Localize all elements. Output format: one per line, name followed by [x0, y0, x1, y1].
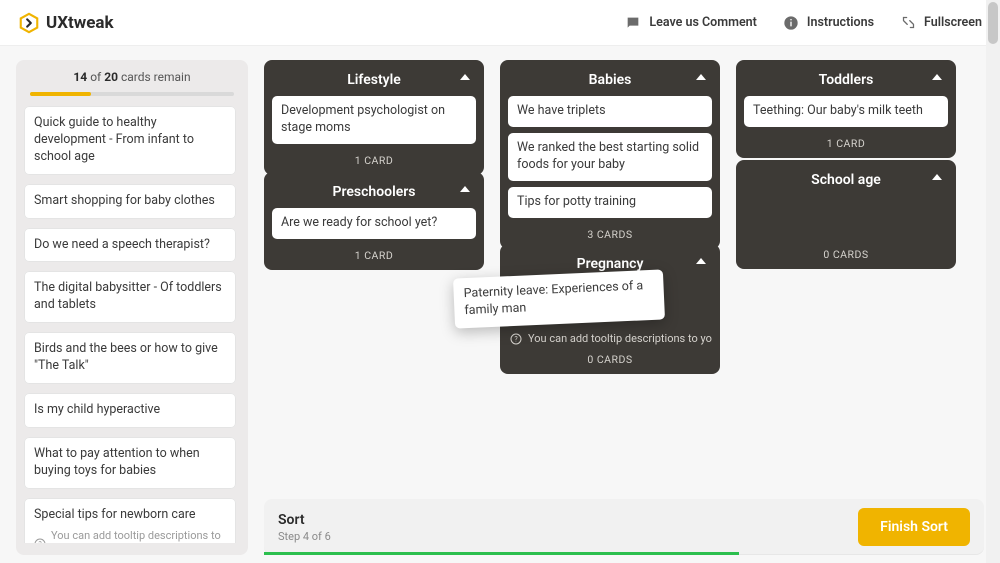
footer-bar: Sort Step 4 of 6 Finish Sort [264, 499, 984, 555]
category-dropzone[interactable] [744, 196, 948, 244]
collapse-icon[interactable] [696, 258, 706, 264]
category-header: Lifestyle [272, 68, 476, 96]
category-card[interactable]: Are we ready for school yet? [272, 208, 476, 239]
deck-card[interactable]: Is my child hyperactive [24, 393, 236, 428]
comment-icon [625, 15, 641, 31]
footer-step: Step 4 of 6 [278, 530, 331, 543]
instructions-button[interactable]: Instructions [783, 15, 874, 31]
category-header: Toddlers [744, 68, 948, 96]
info-icon [783, 15, 799, 31]
workspace: 14 of 20 cards remain Quick guide to hea… [0, 46, 1000, 563]
collapse-icon[interactable] [696, 74, 706, 80]
deck-card[interactable]: Smart shopping for baby clothes [24, 184, 236, 219]
category-count: 1 CARD [744, 133, 948, 152]
deck-card[interactable]: The digital babysitter - Of toddlers and… [24, 271, 236, 323]
window-scrollbar[interactable] [986, 0, 1000, 563]
card-tooltip-hint: ? You can add tooltip descriptions to yo… [34, 529, 226, 543]
scrollbar-thumb[interactable] [988, 2, 998, 44]
category-card[interactable]: Tips for potty training [508, 187, 712, 218]
svg-text:?: ? [38, 541, 42, 543]
category-header: Preschoolers [272, 180, 476, 208]
deck-card[interactable]: What to pay attention to when buying toy… [24, 437, 236, 489]
category-school-age[interactable]: School age 0 CARDS [736, 160, 956, 269]
footer-title: Sort [278, 512, 331, 528]
card-deck: Quick guide to healthy development - Fro… [24, 106, 240, 543]
deck-card[interactable]: Do we need a speech therapist? [24, 228, 236, 263]
logo: UXtweak [18, 12, 114, 34]
board[interactable]: Lifestyle Development psychologist on st… [264, 60, 984, 493]
help-icon: ? [34, 538, 46, 543]
sidebar: 14 of 20 cards remain Quick guide to hea… [16, 60, 248, 555]
category-card[interactable]: We have triplets [508, 96, 712, 127]
svg-text:?: ? [514, 335, 518, 343]
logo-icon [18, 12, 40, 34]
deck-counter: 14 of 20 cards remain [24, 70, 240, 84]
instructions-label: Instructions [807, 15, 874, 30]
category-tooltip-hint: ? You can add tooltip descriptions to yo… [508, 328, 712, 349]
help-icon: ? [510, 333, 522, 345]
category-header: School age [744, 168, 948, 196]
fullscreen-label: Fullscreen [924, 15, 982, 30]
category-babies[interactable]: Babies We have triplets We ranked the be… [500, 60, 720, 249]
category-count: 1 CARD [272, 245, 476, 264]
category-count: 0 CARDS [744, 244, 948, 263]
finish-sort-button[interactable]: Finish Sort [858, 508, 970, 546]
topbar: UXtweak Leave us Comment Instructions Fu… [0, 0, 1000, 46]
footer-progress [264, 552, 984, 555]
fullscreen-button[interactable]: Fullscreen [900, 15, 982, 31]
deck-card[interactable]: Special tips for newborn care ? You can … [24, 498, 236, 544]
deck-card[interactable]: Birds and the bees or how to give "The T… [24, 332, 236, 384]
category-count: 1 CARD [272, 150, 476, 169]
category-lifestyle[interactable]: Lifestyle Development psychologist on st… [264, 60, 484, 175]
dragging-card[interactable]: Paternity leave: Experiences of a family… [453, 269, 665, 328]
leave-comment-label: Leave us Comment [649, 15, 757, 30]
fullscreen-icon [900, 15, 916, 31]
category-count: 3 CARDS [508, 224, 712, 243]
category-count: 0 CARDS [508, 349, 712, 368]
deck-card[interactable]: Quick guide to healthy development - Fro… [24, 106, 236, 175]
category-preschoolers[interactable]: Preschoolers Are we ready for school yet… [264, 172, 484, 270]
category-header: Babies [508, 68, 712, 96]
category-card[interactable]: Development psychologist on stage moms [272, 96, 476, 144]
category-card[interactable]: We ranked the best starting solid foods … [508, 133, 712, 181]
collapse-icon[interactable] [932, 74, 942, 80]
deck-progress [30, 92, 234, 96]
collapse-icon[interactable] [460, 74, 470, 80]
top-actions: Leave us Comment Instructions Fullscreen [625, 15, 982, 31]
footer-progress-fill [264, 552, 739, 555]
category-toddlers[interactable]: Toddlers Teething: Our baby's milk teeth… [736, 60, 956, 158]
collapse-icon[interactable] [932, 174, 942, 180]
category-card[interactable]: Teething: Our baby's milk teeth [744, 96, 948, 127]
logo-text: UXtweak [46, 13, 114, 33]
leave-comment-button[interactable]: Leave us Comment [625, 15, 757, 31]
deck-progress-fill [30, 92, 91, 96]
collapse-icon[interactable] [460, 186, 470, 192]
